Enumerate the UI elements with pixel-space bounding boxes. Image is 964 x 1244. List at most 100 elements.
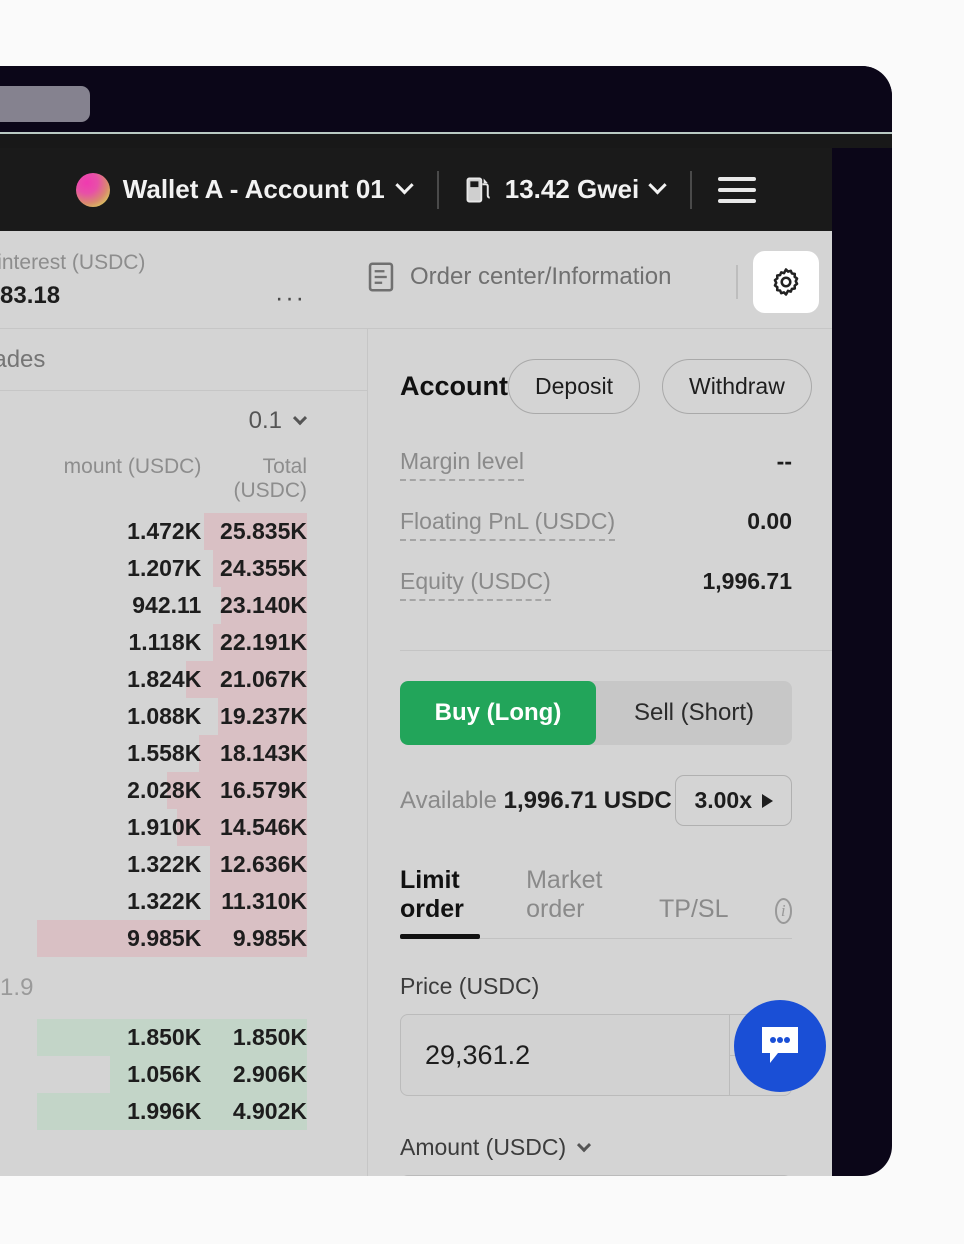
available-suffix: USDC xyxy=(597,786,672,814)
price-input-value: 29,361.2 xyxy=(425,1039,531,1070)
settings-button[interactable] xyxy=(753,251,819,313)
table-row[interactable]: 1.322K 11.310K xyxy=(0,883,367,920)
row-amount: 1.850K xyxy=(127,1024,202,1050)
account-metric-row: Floating PnL (USDC) 0.00 xyxy=(400,508,792,541)
more-options-button[interactable]: ··· xyxy=(275,286,306,311)
buy-long-button[interactable]: Buy (Long) xyxy=(400,681,596,745)
available-amount: 1,996.71 xyxy=(503,786,598,814)
table-row[interactable]: 1.910K 14.546K xyxy=(0,809,367,846)
app-viewport: Wallet A - Account 01 13.42 Gwei interes… xyxy=(0,148,832,1176)
order-center-button[interactable]: Order center/Information xyxy=(368,262,671,292)
gear-icon xyxy=(773,268,799,296)
sell-short-button[interactable]: Sell (Short) xyxy=(596,681,792,745)
wallet-label: Wallet A - Account 01 xyxy=(122,174,385,204)
row-amount: 1.207K xyxy=(127,555,202,581)
browser-toolbar-strip xyxy=(0,134,892,148)
chevron-down-icon xyxy=(577,1137,592,1152)
leverage-value: 3.00x xyxy=(694,787,752,813)
available-balance-row: Available 1,996.71 USDC 3.00x xyxy=(400,775,792,826)
leverage-button[interactable]: 3.00x xyxy=(675,775,792,826)
tab-tp-sl[interactable]: TP/SL xyxy=(659,895,728,938)
browser-tab[interactable] xyxy=(0,86,90,122)
row-amount: 1.322K xyxy=(127,888,202,914)
gas-value: 13.42 Gwei xyxy=(504,174,640,204)
info-icon[interactable]: i xyxy=(774,898,792,924)
table-row[interactable]: 2.028K 16.579K xyxy=(0,772,367,809)
chevron-down-icon xyxy=(648,176,667,195)
metric-value: -- xyxy=(776,448,792,474)
row-amount: 1.472K xyxy=(127,518,202,544)
table-row[interactable]: 1.558K 18.143K xyxy=(0,735,367,772)
available-prefix: Available xyxy=(400,786,504,814)
grouping-selector[interactable]: 0.1 xyxy=(0,391,367,451)
metric-label: Margin level xyxy=(400,448,524,481)
chevron-down-icon xyxy=(395,176,414,195)
row-total: 2.906K xyxy=(232,1061,307,1087)
table-row[interactable]: 1.322K 12.636K xyxy=(0,846,367,883)
table-row[interactable]: 1.056K 2.906K xyxy=(0,1056,367,1093)
row-total: 19.237K xyxy=(220,703,307,729)
table-row[interactable]: 1.996K 4.902K xyxy=(0,1093,367,1130)
order-type-tabs: Limit order Market order TP/SL i xyxy=(400,866,792,939)
table-row[interactable]: 1.088K 19.237K xyxy=(0,698,367,735)
price-input[interactable]: 29,361.2 xyxy=(400,1014,792,1096)
account-metric-row: Margin level -- xyxy=(400,448,792,481)
table-row[interactable]: 1.472K 25.835K xyxy=(0,513,367,550)
hamburger-menu-icon[interactable] xyxy=(718,176,757,203)
row-total: 11.310K xyxy=(221,888,307,914)
withdraw-button[interactable]: Withdraw xyxy=(661,359,812,414)
row-amount: 1.322K xyxy=(127,851,202,877)
amount-field-label[interactable]: Amount (USDC) xyxy=(400,1134,792,1161)
available-balance: Available 1,996.71 USDC xyxy=(400,787,672,815)
row-total: 23.140K xyxy=(220,592,307,618)
table-row[interactable]: 1.118K 22.191K xyxy=(0,624,367,661)
ask-rows: 1.472K 25.835K 1.207K 24.355K 942.11 23.… xyxy=(0,513,367,957)
chevron-down-icon xyxy=(292,411,308,426)
table-row[interactable]: 9.985K 9.985K xyxy=(0,920,367,957)
bid-rows: 1.850K 1.850K 1.056K 2.906K 1.996K 4.902… xyxy=(0,1019,367,1130)
last-trades-tab[interactable]: ast trades xyxy=(0,329,367,391)
chat-support-button[interactable] xyxy=(734,1000,826,1092)
table-row[interactable]: 1.207K 24.355K xyxy=(0,550,367,587)
row-amount: 9.985K xyxy=(127,925,202,951)
trade-panel: Account Deposit Withdraw Margin level --… xyxy=(368,329,832,1176)
row-amount: 942.11 xyxy=(132,592,202,618)
row-total: 24.355K xyxy=(220,555,307,581)
wallet-selector[interactable]: Wallet A - Account 01 xyxy=(75,172,414,207)
row-amount: 1.996K xyxy=(127,1098,202,1124)
header-divider xyxy=(736,265,738,299)
order-side-toggle: Buy (Long) Sell (Short) xyxy=(400,681,792,745)
spread-row: 29,361.9 xyxy=(0,957,367,1019)
open-interest-value: 361,583.18 xyxy=(0,282,61,309)
row-total: 22.191K xyxy=(220,629,307,655)
deposit-button[interactable]: Deposit xyxy=(508,359,640,414)
table-row[interactable]: 1.824K 21.067K xyxy=(0,661,367,698)
row-amount: 1.056K xyxy=(127,1061,202,1087)
metric-label: Equity (USDC) xyxy=(400,568,551,601)
amount-label-text: Amount (USDC) xyxy=(400,1134,567,1160)
row-total: 4.902K xyxy=(232,1098,307,1124)
row-total: 18.143K xyxy=(220,740,307,766)
account-metrics: Margin level -- Floating PnL (USDC) 0.00… xyxy=(400,448,792,601)
amount-input[interactable] xyxy=(400,1175,792,1176)
column-header-total: Total (USDC) xyxy=(233,455,308,502)
price-field-label: Price (USDC) xyxy=(400,973,792,1000)
spread-price: 29,361.9 xyxy=(0,974,34,1001)
row-total: 25.835K xyxy=(220,518,307,544)
metric-value: 1,996.71 xyxy=(702,568,792,594)
browser-window: Wallet A - Account 01 13.42 Gwei interes… xyxy=(0,66,892,1176)
tab-market-order[interactable]: Market order xyxy=(526,866,613,938)
orderbook-column-headers: mount (USDC) Total (USDC) xyxy=(0,451,367,513)
table-row[interactable]: 1.850K 1.850K xyxy=(0,1019,367,1056)
triangle-right-icon xyxy=(762,793,773,808)
page-background: Wallet A - Account 01 13.42 Gwei interes… xyxy=(0,0,964,1244)
row-total: 21.067K xyxy=(220,666,307,692)
price-label-text: Price (USDC) xyxy=(400,973,540,999)
gas-price-selector[interactable]: 13.42 Gwei xyxy=(465,174,667,205)
row-total: 1.850K xyxy=(232,1024,307,1050)
row-amount: 2.028K xyxy=(127,777,202,803)
tab-limit-order[interactable]: Limit order xyxy=(400,866,481,939)
open-interest-block: Open interest (USDC) 361,583.18 xyxy=(0,251,145,310)
table-row[interactable]: 942.11 23.140K xyxy=(0,587,367,624)
gas-pump-icon xyxy=(466,177,490,202)
